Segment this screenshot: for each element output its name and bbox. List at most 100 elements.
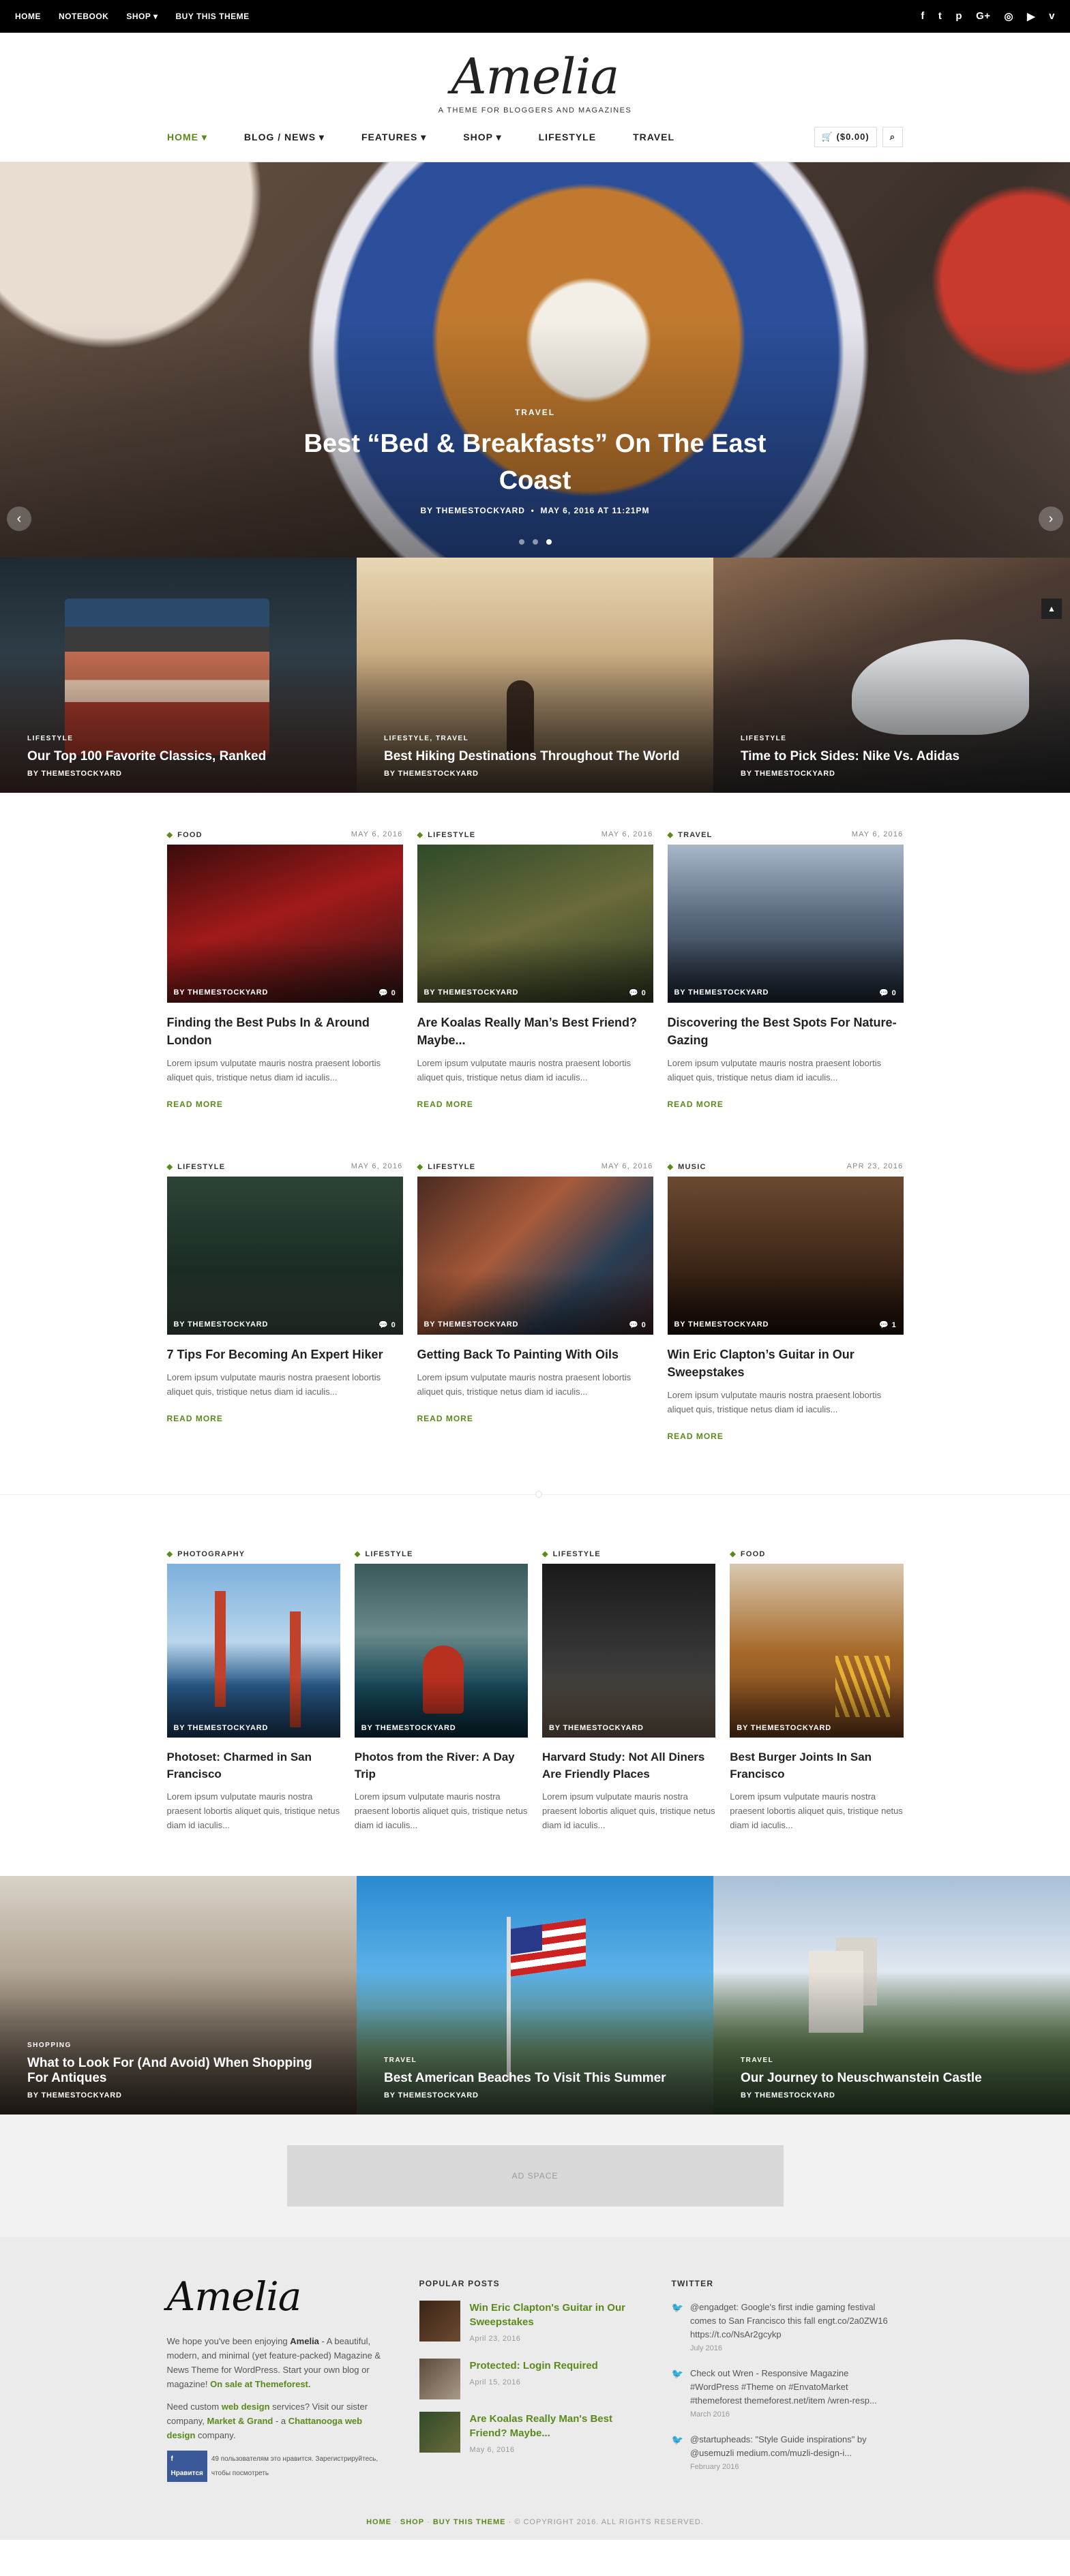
post-title[interactable]: Getting Back To Painting With Oils: [417, 1346, 653, 1363]
popular-post-title[interactable]: Are Koalas Really Man's Best Friend? May…: [470, 2412, 644, 2440]
tile-title[interactable]: Our Journey to Neuschwanstein Castle: [741, 2071, 982, 2086]
post-title[interactable]: Photoset: Charmed in San Francisco: [167, 1748, 340, 1783]
comment-count[interactable]: 💬 0: [629, 1320, 646, 1329]
popular-post-thumb[interactable]: [419, 2412, 460, 2453]
tile-author[interactable]: BY THEMESTOCKYARD: [741, 2091, 982, 2100]
popular-post-title[interactable]: Protected: Login Required: [470, 2359, 598, 2373]
featured-tile[interactable]: LIFESTYLE, TRAVEL Best Hiking Destinatio…: [357, 558, 713, 793]
tile-author[interactable]: BY THEMESTOCKYARD: [27, 770, 266, 778]
post-category[interactable]: ◆ PHOTOGRAPHY: [167, 1549, 340, 1558]
top-link-shop[interactable]: SHOP ▾: [126, 12, 158, 21]
featured-tile[interactable]: SHOPPING What to Look For (And Avoid) Wh…: [0, 1876, 357, 2115]
tweet-text[interactable]: Check out Wren - Responsive Magazine #Wo…: [690, 2367, 897, 2408]
search-button[interactable]: ⌕: [882, 127, 903, 147]
post-image[interactable]: BY THEMESTOCKYARD 💬 0: [166, 1177, 403, 1335]
post-category[interactable]: ◆ FOOD: [730, 1549, 903, 1558]
popular-post-thumb[interactable]: [419, 2301, 460, 2342]
market-grand-link[interactable]: Market & Grand: [207, 2416, 273, 2426]
post-category[interactable]: ◆ LIFESTYLE: [167, 1162, 226, 1171]
tile-author[interactable]: BY THEMESTOCKYARD: [27, 2091, 327, 2100]
slider-dot[interactable]: [518, 539, 524, 545]
post-category[interactable]: ◆ TRAVEL: [668, 830, 713, 839]
tile-category[interactable]: SHOPPING: [27, 2042, 327, 2049]
post-title[interactable]: Finding the Best Pubs In & Around London: [167, 1014, 403, 1049]
post-title[interactable]: Harvard Study: Not All Diners Are Friend…: [542, 1748, 715, 1783]
featured-tile[interactable]: ▲ LIFESTYLE Time to Pick Sides: Nike Vs.…: [713, 558, 1070, 793]
post-image[interactable]: BY THEMESTOCKYARD: [542, 1564, 716, 1738]
post-author[interactable]: BY THEMESTOCKYARD: [674, 1320, 769, 1329]
tile-title[interactable]: Best Hiking Destinations Throughout The …: [384, 749, 679, 764]
tweet-text[interactable]: @engadget: Google's first indie gaming f…: [690, 2301, 897, 2342]
post-title[interactable]: Photos from the River: A Day Trip: [355, 1748, 528, 1783]
post-image[interactable]: BY THEMESTOCKYARD 💬 1: [667, 1177, 904, 1335]
tile-title[interactable]: Our Top 100 Favorite Classics, Ranked: [27, 749, 266, 764]
hero-author[interactable]: THEMESTOCKYARD: [436, 506, 525, 515]
tile-author[interactable]: BY THEMESTOCKYARD: [741, 770, 960, 778]
tile-category[interactable]: LIFESTYLE, TRAVEL: [384, 735, 679, 742]
featured-tile[interactable]: TRAVEL Our Journey to Neuschwanstein Cas…: [713, 1876, 1070, 2115]
post-image[interactable]: BY THEMESTOCKYARD 💬 0: [166, 845, 403, 1003]
footer-link-home[interactable]: HOME: [366, 2518, 391, 2526]
instagram-icon[interactable]: ◎: [1005, 10, 1014, 22]
read-more-link[interactable]: READ MORE: [417, 1100, 473, 1109]
read-more-link[interactable]: READ MORE: [167, 1100, 223, 1109]
slider-next-arrow-icon[interactable]: ›: [1039, 506, 1063, 531]
ad-space[interactable]: AD SPACE: [286, 2145, 784, 2207]
read-more-link[interactable]: READ MORE: [668, 1431, 724, 1441]
post-image[interactable]: BY THEMESTOCKYARD: [166, 1564, 340, 1738]
read-more-link[interactable]: READ MORE: [417, 1414, 473, 1423]
post-author[interactable]: BY THEMESTOCKYARD: [424, 1320, 519, 1329]
nav-blog-news[interactable]: BLOG / NEWS ▾: [244, 132, 325, 143]
comment-count[interactable]: 💬 0: [378, 988, 396, 997]
post-category[interactable]: ◆ LIFESTYLE: [542, 1549, 715, 1558]
top-link-home[interactable]: HOME: [15, 12, 41, 21]
slider-prev-arrow-icon[interactable]: ‹: [7, 506, 31, 531]
tweet-text[interactable]: @startupheads: "Style Guide inspirations…: [690, 2433, 897, 2460]
tile-title[interactable]: Best American Beaches To Visit This Summ…: [384, 2071, 666, 2086]
nav-features[interactable]: FEATURES ▾: [361, 132, 426, 143]
site-logo[interactable]: Amelia: [451, 52, 620, 101]
post-author[interactable]: BY THEMESTOCKYARD: [174, 988, 269, 997]
tile-author[interactable]: BY THEMESTOCKYARD: [384, 770, 679, 778]
comment-count[interactable]: 💬 1: [879, 1320, 896, 1329]
post-author[interactable]: BY THEMESTOCKYARD: [361, 1724, 456, 1732]
nav-shop[interactable]: SHOP ▾: [463, 132, 501, 143]
slider-dot-active[interactable]: [546, 539, 552, 545]
post-title[interactable]: Discovering the Best Spots For Nature-Ga…: [668, 1014, 904, 1049]
featured-tile[interactable]: TRAVEL Best American Beaches To Visit Th…: [357, 1876, 713, 2115]
post-author[interactable]: BY THEMESTOCKYARD: [174, 1320, 269, 1329]
featured-tile[interactable]: LIFESTYLE Our Top 100 Favorite Classics,…: [0, 558, 357, 793]
hero-category[interactable]: TRAVEL: [0, 408, 1070, 417]
top-link-buy-theme[interactable]: BUY THIS THEME: [176, 12, 250, 21]
read-more-link[interactable]: READ MORE: [167, 1414, 223, 1423]
post-image[interactable]: BY THEMESTOCKYARD 💬 0: [417, 1177, 653, 1335]
nav-travel[interactable]: TRAVEL: [633, 132, 674, 142]
scroll-top-arrow-icon[interactable]: ▲: [1041, 598, 1062, 619]
post-category[interactable]: ◆ FOOD: [167, 830, 203, 839]
popular-post-thumb[interactable]: [419, 2359, 460, 2399]
post-author[interactable]: BY THEMESTOCKYARD: [674, 988, 769, 997]
read-more-link[interactable]: READ MORE: [668, 1100, 724, 1109]
post-title[interactable]: Win Eric Clapton’s Guitar in Our Sweepst…: [668, 1346, 904, 1381]
top-link-notebook[interactable]: NOTEBOOK: [59, 12, 108, 21]
hero-title[interactable]: Best “Bed & Breakfasts” On The East Coas…: [283, 425, 788, 499]
post-category[interactable]: ◆ MUSIC: [668, 1162, 707, 1171]
post-category[interactable]: ◆ LIFESTYLE: [355, 1549, 528, 1558]
nav-lifestyle[interactable]: LIFESTYLE: [539, 132, 596, 142]
post-image[interactable]: BY THEMESTOCKYARD 💬 0: [667, 845, 904, 1003]
tile-title[interactable]: Time to Pick Sides: Nike Vs. Adidas: [741, 749, 960, 764]
tile-category[interactable]: TRAVEL: [384, 2057, 666, 2064]
post-title[interactable]: Are Koalas Really Man’s Best Friend? May…: [417, 1014, 653, 1049]
footer-logo[interactable]: Amelia: [167, 2277, 392, 2316]
tile-author[interactable]: BY THEMESTOCKYARD: [384, 2091, 666, 2100]
footer-link-shop[interactable]: SHOP: [400, 2518, 424, 2526]
google-plus-icon[interactable]: G+: [976, 10, 990, 22]
cart-button[interactable]: 🛒 ($0.00): [814, 127, 877, 147]
facebook-like-button[interactable]: f Нравится: [166, 2451, 207, 2482]
post-category[interactable]: ◆ LIFESTYLE: [417, 830, 476, 839]
post-image[interactable]: BY THEMESTOCKYARD 💬 0: [417, 845, 653, 1003]
facebook-icon[interactable]: f: [921, 10, 925, 22]
slider-dot[interactable]: [532, 539, 538, 545]
youtube-icon[interactable]: ▶: [1027, 10, 1035, 22]
footer-link-buy-theme[interactable]: BUY THIS THEME: [433, 2518, 506, 2526]
